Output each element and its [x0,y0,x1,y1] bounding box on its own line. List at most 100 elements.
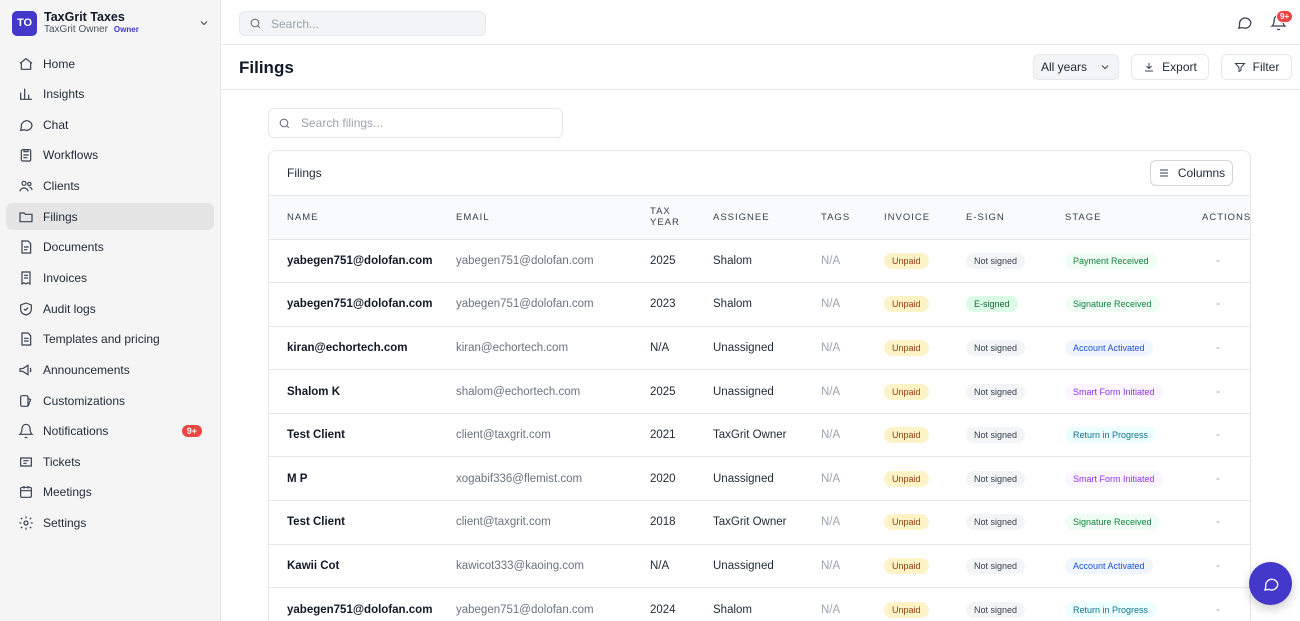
row-actions[interactable]: - [1184,413,1250,458]
sidebar-item-meetings[interactable]: Meetings [6,479,214,506]
filing-assignee: Unassigned [695,326,803,371]
sidebar-nav: Home Insights Chat Workflows Clients Filings D… [6,50,214,540]
column-header-invoice[interactable]: INVOICE [866,196,948,240]
page-title: Filings [239,58,294,77]
row-actions[interactable]: - [1184,500,1250,545]
filing-name[interactable]: yabegen751@dolofan.com [269,239,438,284]
invoice-status-badge: Unpaid [884,470,929,487]
filing-tax-year: N/A [632,326,695,371]
filings-search[interactable] [268,108,563,138]
columns-button[interactable]: Columns [1150,160,1233,186]
table-row[interactable]: Test Client client@taxgrit.com 2018 TaxGrit… [269,500,1250,545]
filing-email: xogabif336@flemist.com [438,456,632,502]
invoice-status-badge: Unpaid [884,601,929,618]
table-row[interactable]: Kawii Cot kawicot333@kaoing.com N/A Unassig… [269,544,1250,589]
sidebar-item-insights[interactable]: Insights [6,81,214,108]
sidebar-item-label: Audit logs [43,301,96,316]
folder-icon [19,212,33,222]
filing-tax-year: 2018 [632,500,695,545]
row-actions[interactable]: - [1184,282,1250,327]
sidebar-item-label: Documents [43,240,104,255]
filing-name[interactable]: Test Client [269,500,438,545]
chat-launcher-button[interactable] [1249,562,1292,605]
filing-email: kawicot333@kaoing.com [438,544,632,589]
filings-search-input[interactable] [301,116,562,130]
stage-badge: Smart Form Initiated [1065,470,1163,487]
sidebar-item-notifications[interactable]: Notifications 9+ [6,418,214,445]
sidebar-item-settings[interactable]: Settings [6,510,214,537]
filing-assignee: Unassigned [695,544,803,589]
sidebar-item-tickets[interactable]: Tickets [6,448,214,475]
sidebar-item-filings[interactable]: Filings [6,203,214,231]
invoice-status-badge: Unpaid [884,514,929,531]
column-header-actions[interactable]: ACTIONS [1184,196,1250,240]
table-row[interactable]: M Pxogabif336@flemist.com 2020 Unassigned N… [269,456,1250,502]
column-header-tags[interactable]: TAGS [803,196,866,240]
global-search[interactable] [239,11,486,36]
table-row[interactable]: yabegen751@dolofan.com yabegen751@dolofan… [269,587,1250,621]
esign-status-badge: E-signed [966,296,1018,313]
menu-lines-icon [1159,169,1168,177]
filing-tax-year: 2025 [632,369,695,414]
row-actions[interactable]: - [1184,456,1250,502]
filing-name[interactable]: Test Client [269,413,438,458]
filing-name[interactable]: M P [269,456,438,502]
esign-status-badge: Not signed [966,252,1026,269]
esign-status-badge: Not signed [966,383,1026,400]
notification-count-badge: 9+ [181,425,202,438]
filing-email: yabegen751@dolofan.com [438,587,632,621]
org-switcher[interactable]: TO TaxGrit Taxes TaxGrit Owner Owner [12,10,210,36]
row-actions[interactable]: - [1184,544,1250,589]
sidebar-item-chat[interactable]: Chat [6,111,214,138]
sidebar-item-invoices[interactable]: Invoices [6,264,214,291]
table-row[interactable]: yabegen751@dolofan.com yabegen751@dolofan… [269,282,1250,327]
filing-email: client@taxgrit.com [438,500,632,545]
filing-email: shalom@echortech.com [438,369,632,414]
filing-name[interactable]: Shalom K [269,369,438,414]
filter-button[interactable]: Filter [1221,54,1292,80]
esign-status-badge: Not signed [966,557,1026,574]
filing-tax-year: 2020 [632,456,695,502]
stage-badge: Return in Progress [1065,427,1157,444]
chat-bubble-icon[interactable] [1236,14,1253,31]
sidebar-item-audit-logs[interactable]: Audit logs [6,295,214,322]
sidebar-item-label: Tickets [43,454,81,469]
sidebar-item-clients[interactable]: Clients [6,173,214,200]
table-row[interactable]: yabegen751@dolofan.com yabegen751@dolofan… [269,239,1250,284]
table-header-row: NAME EMAIL TAX YEAR ASSIGNEE TAGS INVOICE E-SI… [269,196,1250,240]
sidebar-item-home[interactable]: Home [6,50,214,77]
row-actions[interactable]: - [1184,587,1250,621]
column-header-name[interactable]: NAME [269,196,438,240]
export-button[interactable]: Export [1131,54,1209,80]
filing-name[interactable]: yabegen751@dolofan.com [269,282,438,327]
filing-tags: N/A [803,500,866,545]
filing-name[interactable]: kiran@echortech.com [269,326,438,371]
row-actions[interactable]: - [1184,369,1250,414]
column-header-stage[interactable]: STAGE [1047,196,1184,240]
table-row[interactable]: kiran@echortech.com kiran@echortech.com N/… [269,326,1250,371]
global-search-input[interactable] [271,16,485,31]
column-header-tax-year[interactable]: TAX YEAR [632,196,695,240]
table-row[interactable]: Test Client client@taxgrit.com 2021 TaxGrit… [269,413,1250,458]
filing-name[interactable]: yabegen751@dolofan.com [269,587,438,621]
row-actions[interactable]: - [1184,326,1250,371]
sidebar-item-announcements[interactable]: Announcements [6,356,214,383]
sidebar-item-templates-and-pricing[interactable]: Templates and pricing [6,326,214,353]
table-row[interactable]: Shalom Kshalom@echortech.com 2025 Unassign… [269,369,1250,414]
row-actions[interactable]: - [1184,239,1250,284]
column-header-e-sign[interactable]: E-SIGN [948,196,1047,240]
search-icon [250,18,261,29]
ticket-icon [20,457,32,467]
year-filter-select[interactable]: All years [1033,54,1119,80]
column-header-assignee[interactable]: ASSIGNEE [695,196,803,240]
calendar-icon [20,486,32,499]
esign-status-badge: Not signed [966,339,1026,356]
org-role: TaxGrit Owner [44,24,108,35]
topbar: 9+ [221,0,1300,45]
column-header-email[interactable]: EMAIL [438,196,632,240]
org-name: TaxGrit Taxes [44,10,125,24]
sidebar-item-workflows[interactable]: Workflows [6,142,214,169]
sidebar-item-customizations[interactable]: Customizations [6,387,214,414]
filing-name[interactable]: Kawii Cot [269,544,438,589]
sidebar-item-documents[interactable]: Documents [6,234,214,261]
